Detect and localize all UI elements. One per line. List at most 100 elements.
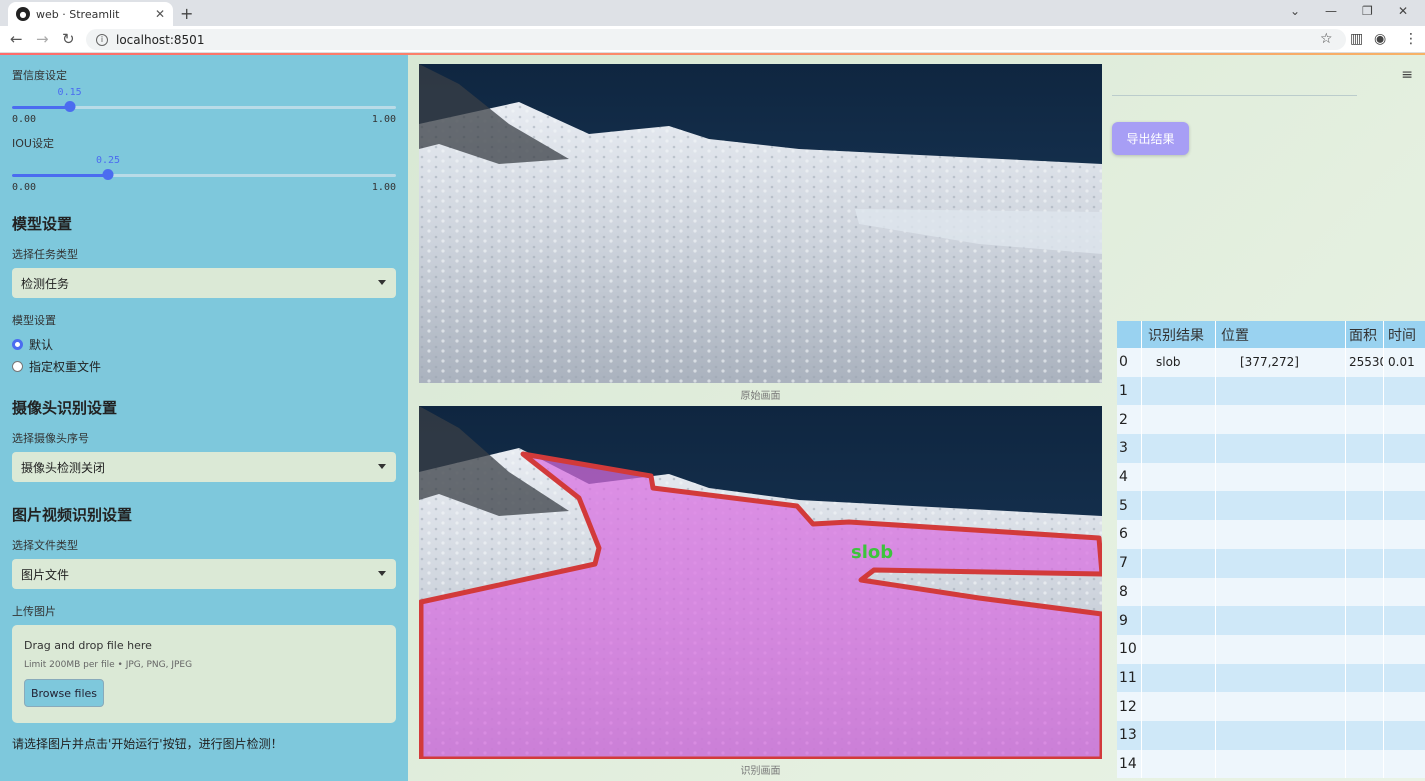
tab-search-icon[interactable]: ⌄ [1290,4,1300,18]
iou-slider-thumb[interactable] [102,169,114,180]
close-window-icon[interactable]: ✕ [1398,4,1408,18]
row-result: slob [1141,348,1215,377]
row-index: 5 [1119,497,1128,514]
row-position [1215,692,1345,721]
conf-label: 置信度设定 [12,69,67,82]
table-row[interactable]: 13 [1117,720,1425,750]
detection-snow-scene: slob [419,406,1102,759]
row-position [1215,548,1345,578]
header-result[interactable]: 识别结果 [1141,321,1215,348]
row-result [1141,462,1215,492]
table-row[interactable]: 14 [1117,749,1425,779]
row-result [1141,720,1215,750]
conf-slider[interactable]: 0.15 0.00 1.00 [12,87,396,125]
chevron-down-icon [378,464,386,469]
row-result [1141,749,1215,779]
filetype-select[interactable]: 图片文件 [12,559,396,589]
row-result [1141,376,1215,406]
radio-unselected-icon [12,361,23,372]
browse-files-button[interactable]: Browse files [24,679,104,707]
hamburger-menu-icon[interactable]: ≡ [1401,67,1413,83]
camera-select-value: 摄像头检测关闭 [21,460,106,475]
row-index: 9 [1119,612,1128,629]
minimize-icon[interactable]: — [1325,4,1337,18]
row-area [1345,520,1383,549]
row-area [1345,692,1383,721]
profile-icon[interactable]: ◉ [1374,31,1386,47]
row-time [1383,548,1425,578]
right-pane: ≡ 导出结果 识别结果 位置 面积 时间 0 slob [377,272] 2553 0… [1102,55,1425,781]
new-tab-icon[interactable]: + [180,4,193,23]
export-results-button[interactable]: 导出结果 [1112,122,1189,155]
original-image [419,64,1102,383]
row-area [1345,720,1383,750]
menu-kebab-icon[interactable]: ⋮ [1404,31,1418,47]
address-bar: ← → ↻ i localhost:8501 ☆ ▥ ◉ ⋮ [0,26,1425,53]
row-area [1345,491,1383,521]
row-result [1141,692,1215,721]
restore-icon[interactable]: ❐ [1362,4,1373,18]
camera-select[interactable]: 摄像头检测关闭 [12,452,396,482]
iou-slider[interactable]: 0.25 0.00 1.00 [12,155,396,193]
row-index: 8 [1119,583,1128,600]
row-result [1141,577,1215,607]
row-time [1383,720,1425,750]
forward-icon[interactable]: → [36,30,49,48]
table-row[interactable]: 1 [1117,376,1425,406]
original-snow-scene [419,64,1102,383]
row-position [1215,405,1345,435]
row-position [1215,634,1345,664]
results-table[interactable]: 识别结果 位置 面积 时间 0slob[377,272]2553020.0112… [1117,321,1425,779]
url-text: localhost:8501 [116,32,205,47]
table-row[interactable]: 6 [1117,520,1425,549]
conf-slider-thumb[interactable] [64,101,76,112]
row-time [1383,692,1425,721]
header-time[interactable]: 时间 [1383,321,1425,348]
header-position[interactable]: 位置 [1215,321,1345,348]
row-time: 0.01 [1383,348,1425,377]
table-row[interactable]: 3 [1117,434,1425,463]
reload-icon[interactable]: ↻ [62,30,75,48]
table-row[interactable]: 2 [1117,405,1425,435]
row-area [1345,462,1383,492]
iou-label: IOU设定 [12,137,54,150]
bookmark-star-icon[interactable]: ☆ [1320,31,1333,47]
file-uploader[interactable]: Drag and drop file here Limit 200MB per … [12,625,396,723]
radio-custom-weights[interactable]: 指定权重文件 [12,358,396,375]
table-row[interactable]: 5 [1117,491,1425,521]
url-field[interactable]: i localhost:8501 [86,29,1346,50]
table-row[interactable]: 10 [1117,634,1425,664]
table-row[interactable]: 8 [1117,577,1425,607]
table-row[interactable]: 11 [1117,663,1425,693]
back-icon[interactable]: ← [10,30,23,48]
task-select[interactable]: 检测任务 [12,268,396,298]
row-result [1141,606,1215,635]
conf-min: 0.00 [12,114,37,125]
row-index: 14 [1119,755,1137,772]
browser-tab[interactable]: ● web · Streamlit ✕ [8,2,173,26]
row-area [1345,606,1383,635]
row-area [1345,634,1383,664]
table-row[interactable]: 9 [1117,606,1425,635]
radio-selected-icon [12,339,23,350]
row-time [1383,434,1425,463]
upload-label: 上传图片 [12,605,56,618]
row-area: 255302 [1345,348,1383,377]
table-row[interactable]: 0 slob[377,272]2553020.01 [1117,348,1425,377]
sidepanel-icon[interactable]: ▥ [1350,31,1363,47]
row-area [1345,749,1383,779]
radio-default[interactable]: 默认 [12,336,396,353]
table-row[interactable]: 4 [1117,462,1425,492]
close-tab-icon[interactable]: ✕ [155,7,165,21]
table-row[interactable]: 7 [1117,548,1425,578]
row-position [1215,376,1345,406]
row-index: 13 [1119,727,1137,744]
table-row[interactable]: 12 [1117,692,1425,721]
row-position [1215,663,1345,693]
row-index: 2 [1119,411,1128,428]
filetype-select-value: 图片文件 [21,567,70,582]
site-info-icon[interactable]: i [96,33,108,46]
header-area[interactable]: 面积 [1345,321,1383,348]
row-result [1141,520,1215,549]
detection-caption: 识别画面 [740,766,781,777]
